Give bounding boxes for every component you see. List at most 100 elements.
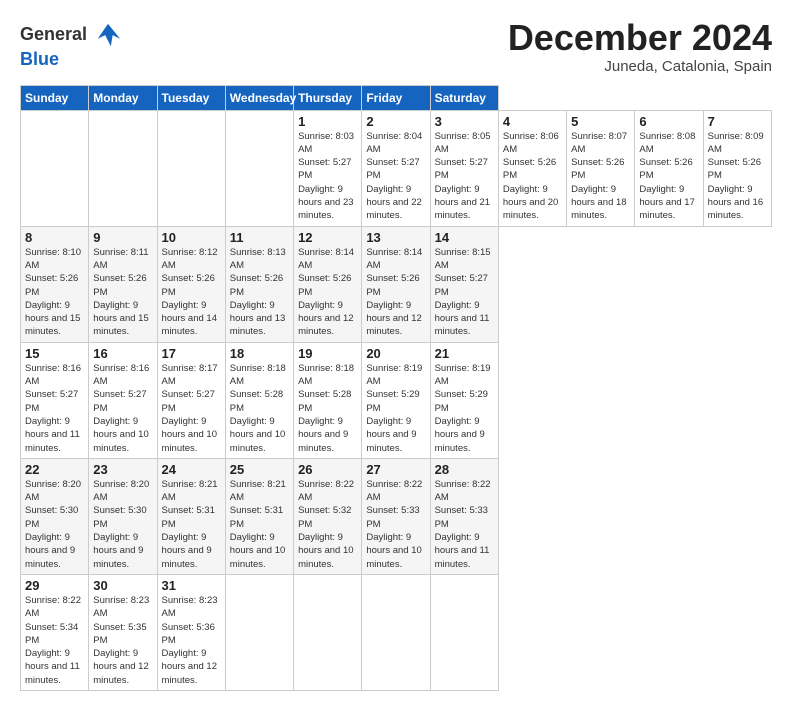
logo: General Blue bbox=[20, 22, 122, 70]
calendar-cell bbox=[21, 110, 89, 226]
col-header-tuesday: Tuesday bbox=[157, 85, 225, 110]
day-number: 10 bbox=[162, 230, 221, 245]
day-info: Sunrise: 8:05 AMSunset: 5:27 PMDaylight:… bbox=[435, 130, 494, 223]
calendar-cell: 1Sunrise: 8:03 AMSunset: 5:27 PMDaylight… bbox=[294, 110, 362, 226]
day-number: 12 bbox=[298, 230, 357, 245]
day-info: Sunrise: 8:22 AMSunset: 5:33 PMDaylight:… bbox=[435, 478, 494, 571]
calendar-cell: 23Sunrise: 8:20 AMSunset: 5:30 PMDayligh… bbox=[89, 458, 157, 574]
calendar-cell: 19Sunrise: 8:18 AMSunset: 5:28 PMDayligh… bbox=[294, 342, 362, 458]
month-title: December 2024 bbox=[508, 18, 772, 58]
calendar-cell bbox=[294, 574, 362, 690]
calendar-week-2: 8Sunrise: 8:10 AMSunset: 5:26 PMDaylight… bbox=[21, 226, 772, 342]
title-block: December 2024 Juneda, Catalonia, Spain bbox=[508, 18, 772, 75]
day-info: Sunrise: 8:20 AMSunset: 5:30 PMDaylight:… bbox=[25, 478, 84, 571]
header-row: SundayMondayTuesdayWednesdayThursdayFrid… bbox=[21, 85, 772, 110]
calendar-cell: 21Sunrise: 8:19 AMSunset: 5:29 PMDayligh… bbox=[430, 342, 498, 458]
day-info: Sunrise: 8:22 AMSunset: 5:33 PMDaylight:… bbox=[366, 478, 425, 571]
calendar-cell: 10Sunrise: 8:12 AMSunset: 5:26 PMDayligh… bbox=[157, 226, 225, 342]
day-number: 20 bbox=[366, 346, 425, 361]
day-info: Sunrise: 8:21 AMSunset: 5:31 PMDaylight:… bbox=[230, 478, 289, 571]
header: General Blue December 2024 Juneda, Catal… bbox=[20, 18, 772, 75]
day-info: Sunrise: 8:18 AMSunset: 5:28 PMDaylight:… bbox=[298, 362, 357, 455]
day-number: 23 bbox=[93, 462, 152, 477]
subtitle: Juneda, Catalonia, Spain bbox=[508, 58, 772, 75]
day-number: 2 bbox=[366, 114, 425, 129]
day-number: 5 bbox=[571, 114, 630, 129]
calendar-week-4: 22Sunrise: 8:20 AMSunset: 5:30 PMDayligh… bbox=[21, 458, 772, 574]
day-number: 17 bbox=[162, 346, 221, 361]
day-info: Sunrise: 8:09 AMSunset: 5:26 PMDaylight:… bbox=[708, 130, 767, 223]
day-number: 7 bbox=[708, 114, 767, 129]
calendar-cell: 11Sunrise: 8:13 AMSunset: 5:26 PMDayligh… bbox=[225, 226, 293, 342]
day-number: 3 bbox=[435, 114, 494, 129]
day-info: Sunrise: 8:17 AMSunset: 5:27 PMDaylight:… bbox=[162, 362, 221, 455]
calendar-table: SundayMondayTuesdayWednesdayThursdayFrid… bbox=[20, 85, 772, 691]
day-number: 4 bbox=[503, 114, 562, 129]
calendar-cell bbox=[89, 110, 157, 226]
col-header-thursday: Thursday bbox=[294, 85, 362, 110]
day-number: 27 bbox=[366, 462, 425, 477]
calendar-cell: 3Sunrise: 8:05 AMSunset: 5:27 PMDaylight… bbox=[430, 110, 498, 226]
calendar-cell: 22Sunrise: 8:20 AMSunset: 5:30 PMDayligh… bbox=[21, 458, 89, 574]
calendar-cell: 6Sunrise: 8:08 AMSunset: 5:26 PMDaylight… bbox=[635, 110, 703, 226]
day-number: 21 bbox=[435, 346, 494, 361]
calendar-cell bbox=[157, 110, 225, 226]
calendar-cell: 12Sunrise: 8:14 AMSunset: 5:26 PMDayligh… bbox=[294, 226, 362, 342]
day-number: 1 bbox=[298, 114, 357, 129]
calendar-cell: 28Sunrise: 8:22 AMSunset: 5:33 PMDayligh… bbox=[430, 458, 498, 574]
day-number: 13 bbox=[366, 230, 425, 245]
day-info: Sunrise: 8:23 AMSunset: 5:36 PMDaylight:… bbox=[162, 594, 221, 687]
col-header-sunday: Sunday bbox=[21, 85, 89, 110]
day-info: Sunrise: 8:19 AMSunset: 5:29 PMDaylight:… bbox=[435, 362, 494, 455]
day-number: 6 bbox=[639, 114, 698, 129]
calendar-week-1: 1Sunrise: 8:03 AMSunset: 5:27 PMDaylight… bbox=[21, 110, 772, 226]
calendar-cell: 27Sunrise: 8:22 AMSunset: 5:33 PMDayligh… bbox=[362, 458, 430, 574]
calendar-cell: 29Sunrise: 8:22 AMSunset: 5:34 PMDayligh… bbox=[21, 574, 89, 690]
calendar-cell: 5Sunrise: 8:07 AMSunset: 5:26 PMDaylight… bbox=[567, 110, 635, 226]
day-number: 18 bbox=[230, 346, 289, 361]
calendar-cell: 4Sunrise: 8:06 AMSunset: 5:26 PMDaylight… bbox=[498, 110, 566, 226]
day-info: Sunrise: 8:06 AMSunset: 5:26 PMDaylight:… bbox=[503, 130, 562, 223]
day-info: Sunrise: 8:15 AMSunset: 5:27 PMDaylight:… bbox=[435, 246, 494, 339]
day-info: Sunrise: 8:07 AMSunset: 5:26 PMDaylight:… bbox=[571, 130, 630, 223]
day-info: Sunrise: 8:14 AMSunset: 5:26 PMDaylight:… bbox=[366, 246, 425, 339]
calendar-cell bbox=[225, 110, 293, 226]
calendar-week-5: 29Sunrise: 8:22 AMSunset: 5:34 PMDayligh… bbox=[21, 574, 772, 690]
col-header-saturday: Saturday bbox=[430, 85, 498, 110]
day-number: 14 bbox=[435, 230, 494, 245]
logo-text-general: General bbox=[20, 24, 87, 44]
col-header-monday: Monday bbox=[89, 85, 157, 110]
calendar-cell: 18Sunrise: 8:18 AMSunset: 5:28 PMDayligh… bbox=[225, 342, 293, 458]
day-number: 28 bbox=[435, 462, 494, 477]
page-container: General Blue December 2024 Juneda, Catal… bbox=[0, 0, 792, 701]
calendar-cell: 13Sunrise: 8:14 AMSunset: 5:26 PMDayligh… bbox=[362, 226, 430, 342]
day-number: 8 bbox=[25, 230, 84, 245]
day-number: 30 bbox=[93, 578, 152, 593]
col-header-friday: Friday bbox=[362, 85, 430, 110]
calendar-cell: 17Sunrise: 8:17 AMSunset: 5:27 PMDayligh… bbox=[157, 342, 225, 458]
day-number: 25 bbox=[230, 462, 289, 477]
day-info: Sunrise: 8:20 AMSunset: 5:30 PMDaylight:… bbox=[93, 478, 152, 571]
calendar-cell bbox=[225, 574, 293, 690]
day-number: 24 bbox=[162, 462, 221, 477]
day-number: 9 bbox=[93, 230, 152, 245]
calendar-cell: 25Sunrise: 8:21 AMSunset: 5:31 PMDayligh… bbox=[225, 458, 293, 574]
day-number: 16 bbox=[93, 346, 152, 361]
day-info: Sunrise: 8:21 AMSunset: 5:31 PMDaylight:… bbox=[162, 478, 221, 571]
logo-bird-icon bbox=[94, 22, 122, 50]
logo-text-blue: Blue bbox=[20, 49, 59, 69]
calendar-cell: 8Sunrise: 8:10 AMSunset: 5:26 PMDaylight… bbox=[21, 226, 89, 342]
day-info: Sunrise: 8:19 AMSunset: 5:29 PMDaylight:… bbox=[366, 362, 425, 455]
calendar-cell bbox=[362, 574, 430, 690]
day-info: Sunrise: 8:04 AMSunset: 5:27 PMDaylight:… bbox=[366, 130, 425, 223]
day-number: 22 bbox=[25, 462, 84, 477]
day-info: Sunrise: 8:23 AMSunset: 5:35 PMDaylight:… bbox=[93, 594, 152, 687]
day-info: Sunrise: 8:08 AMSunset: 5:26 PMDaylight:… bbox=[639, 130, 698, 223]
day-number: 26 bbox=[298, 462, 357, 477]
calendar-cell: 20Sunrise: 8:19 AMSunset: 5:29 PMDayligh… bbox=[362, 342, 430, 458]
day-info: Sunrise: 8:16 AMSunset: 5:27 PMDaylight:… bbox=[25, 362, 84, 455]
day-info: Sunrise: 8:22 AMSunset: 5:32 PMDaylight:… bbox=[298, 478, 357, 571]
day-number: 11 bbox=[230, 230, 289, 245]
calendar-cell: 26Sunrise: 8:22 AMSunset: 5:32 PMDayligh… bbox=[294, 458, 362, 574]
calendar-cell: 16Sunrise: 8:16 AMSunset: 5:27 PMDayligh… bbox=[89, 342, 157, 458]
